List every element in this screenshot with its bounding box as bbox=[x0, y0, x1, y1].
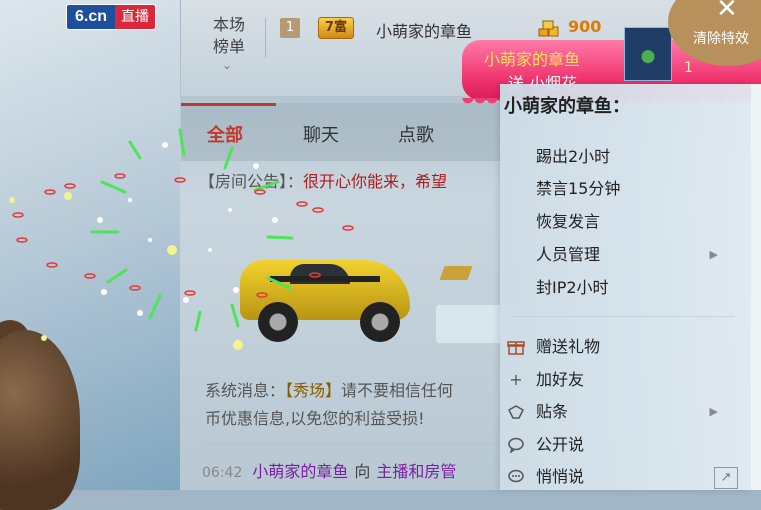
menu-item-public-chat[interactable]: 公开说 bbox=[508, 432, 736, 458]
whisper-icon bbox=[506, 467, 526, 487]
gift-icon bbox=[506, 337, 526, 357]
car-stripe bbox=[270, 276, 380, 282]
system-message-text: 请不要相信任何 bbox=[341, 381, 454, 400]
ranking-tab[interactable]: 本场 榜单 bbox=[209, 14, 249, 58]
menu-item-label: 加好友 bbox=[536, 370, 585, 389]
expand-icon[interactable]: ↗ bbox=[714, 467, 738, 489]
menu-item-unmute[interactable]: 恢复发言 bbox=[536, 209, 736, 235]
message-divider bbox=[205, 444, 505, 445]
menu-item-label: 赠送礼物 bbox=[536, 337, 601, 356]
car-wheel bbox=[258, 302, 298, 342]
plus-icon: + bbox=[509, 370, 523, 389]
menu-item-label: 踢出2小时 bbox=[536, 147, 611, 166]
chat-target[interactable]: 主播和房管 bbox=[376, 462, 456, 481]
menu-item-private-chat[interactable]: 悄悄说 bbox=[508, 464, 736, 490]
chevron-down-icon[interactable]: ⌄ bbox=[222, 58, 232, 72]
coin-stack-icon bbox=[538, 20, 559, 37]
context-menu-title: 小萌家的章鱼： bbox=[504, 96, 630, 117]
menu-item-label: 贴条 bbox=[536, 402, 569, 421]
car-wheel bbox=[360, 302, 400, 342]
system-message-text-line2: 币优惠信息,以免您的利益受损! bbox=[205, 409, 425, 428]
sports-car-effect bbox=[230, 240, 420, 350]
menu-item-add-friend[interactable]: + 加好友 bbox=[509, 367, 736, 393]
tag-icon bbox=[506, 402, 526, 422]
logo-mark: 6.cn bbox=[67, 5, 116, 29]
menu-item-mute[interactable]: 禁言15分钟 bbox=[536, 176, 736, 202]
submenu-arrow-icon: ▶ bbox=[709, 405, 718, 418]
speech-bubble-icon bbox=[506, 435, 526, 455]
tab-song-request[interactable]: 点歌 bbox=[398, 121, 434, 147]
wealth-level-badge: 7富 bbox=[318, 17, 355, 39]
ranking-tab-line2: 榜单 bbox=[212, 37, 245, 56]
coin-count: 900 bbox=[568, 17, 602, 36]
chat-verb: 向 bbox=[354, 462, 371, 481]
logo-live-label: 直播 bbox=[115, 5, 156, 29]
tab-chat[interactable]: 聊天 bbox=[303, 121, 339, 147]
system-message-tag: 【秀场】 bbox=[285, 381, 342, 400]
menu-item-sticker[interactable]: 贴条 ▶ bbox=[508, 399, 736, 425]
room-notice: 【房间公告】：很开心你能来，希望 bbox=[199, 168, 499, 192]
menu-item-ban-ip[interactable]: 封IP2小时 bbox=[536, 275, 736, 301]
fireworks-gift-icon bbox=[624, 27, 672, 81]
close-icon: ✕ bbox=[716, 0, 738, 24]
banner-count: 1 bbox=[684, 60, 693, 76]
active-tab-indicator bbox=[181, 103, 276, 106]
menu-item-kick[interactable]: 踢出2小时 bbox=[536, 144, 736, 170]
user-context-menu: 小萌家的章鱼： 踢出2小时 禁言15分钟 恢复发言 人员管理 ▶ 封IP2小时 赠… bbox=[500, 84, 751, 490]
room-notice-text: 很开心你能来，希望 bbox=[303, 172, 448, 191]
rank-number-badge: 1 bbox=[280, 18, 300, 38]
menu-item-label: 悄悄说 bbox=[536, 467, 585, 486]
submenu-arrow-icon: ▶ bbox=[709, 248, 718, 261]
banner-sender: 小萌家的章鱼 bbox=[484, 50, 581, 69]
site-logo[interactable]: 6.cn 直播 bbox=[66, 4, 157, 30]
room-notice-label: 【房间公告】： bbox=[199, 172, 304, 191]
menu-separator bbox=[510, 316, 735, 317]
car-brand-icon bbox=[439, 266, 473, 280]
menu-item-member-management[interactable]: 人员管理 ▶ bbox=[536, 242, 736, 268]
chat-message: 06:42 小萌家的章鱼向主播和房管 bbox=[202, 458, 502, 482]
menu-item-send-gift[interactable]: 赠送礼物 bbox=[507, 334, 736, 360]
system-message-prefix: 系统消息： bbox=[205, 381, 286, 400]
menu-item-label: 恢复发言 bbox=[536, 212, 601, 231]
ranking-top-user[interactable]: 小萌家的章鱼 bbox=[376, 18, 472, 42]
menu-item-label: 公开说 bbox=[536, 435, 585, 454]
chat-username[interactable]: 小萌家的章鱼 bbox=[252, 462, 348, 481]
menu-item-label: 封IP2小时 bbox=[536, 278, 609, 297]
scrollbar[interactable] bbox=[751, 84, 761, 490]
divider bbox=[265, 18, 266, 58]
ranking-tab-line1: 本场 bbox=[212, 15, 245, 34]
menu-item-label: 禁言15分钟 bbox=[536, 179, 621, 198]
chat-timestamp: 06:42 bbox=[202, 465, 243, 481]
tab-all[interactable]: 全部 bbox=[207, 121, 243, 147]
menu-item-label: 人员管理 bbox=[536, 245, 601, 264]
clear-effects-label: 清除特效 bbox=[693, 31, 749, 47]
system-message: 系统消息：【秀场】请不要相信任何 币优惠信息,以免您的利益受损! bbox=[205, 377, 505, 433]
